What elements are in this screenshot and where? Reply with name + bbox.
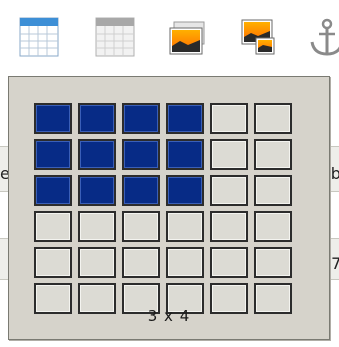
table-size-picker: 3 x 4 <box>8 76 330 340</box>
table-size-cell[interactable] <box>210 211 248 242</box>
table-size-cell-selected[interactable] <box>122 139 160 170</box>
table-size-grid[interactable] <box>34 103 292 314</box>
table-size-cell-selected[interactable] <box>78 175 116 206</box>
anchor-icon <box>310 18 339 56</box>
table-size-cell[interactable] <box>210 247 248 278</box>
table-size-cell[interactable] <box>166 247 204 278</box>
table-size-cell-selected[interactable] <box>78 103 116 134</box>
table-size-cell[interactable] <box>254 247 292 278</box>
table-size-cell[interactable] <box>78 211 116 242</box>
table-size-cell[interactable] <box>34 247 72 278</box>
insert-image-gallery-button[interactable] <box>236 16 278 58</box>
table-disabled-icon <box>95 17 135 57</box>
table-size-cell-selected[interactable] <box>122 175 160 206</box>
table-size-cell[interactable] <box>210 139 248 170</box>
table-size-cell[interactable] <box>254 139 292 170</box>
insert-table-button[interactable] <box>18 16 60 58</box>
table-size-cell-selected[interactable] <box>78 139 116 170</box>
table-size-cell[interactable] <box>34 211 72 242</box>
insert-image-button[interactable] <box>166 16 208 58</box>
page: e ab 07 <box>0 0 339 347</box>
insert-anchor-button[interactable] <box>306 16 339 58</box>
table-icon <box>19 17 59 57</box>
image-icon <box>169 21 205 55</box>
table-size-cell-selected[interactable] <box>166 103 204 134</box>
table-size-cell-selected[interactable] <box>166 175 204 206</box>
table-properties-button[interactable] <box>94 16 136 58</box>
toolbar <box>0 0 339 68</box>
table-size-cell[interactable] <box>254 175 292 206</box>
table-size-cell-selected[interactable] <box>34 175 72 206</box>
table-size-label: 3 x 4 <box>147 307 191 325</box>
table-size-cell-selected[interactable] <box>34 139 72 170</box>
table-size-cell[interactable] <box>122 247 160 278</box>
table-size-cell[interactable] <box>254 211 292 242</box>
table-size-cell[interactable] <box>78 247 116 278</box>
image-multiple-icon <box>241 19 275 55</box>
table-size-cell[interactable] <box>210 103 248 134</box>
table-size-cell[interactable] <box>166 211 204 242</box>
table-size-cell[interactable] <box>254 103 292 134</box>
table-size-cell[interactable] <box>210 175 248 206</box>
table-size-cell[interactable] <box>122 211 160 242</box>
table-size-cell-selected[interactable] <box>166 139 204 170</box>
table-size-cell-selected[interactable] <box>122 103 160 134</box>
table-size-cell-selected[interactable] <box>34 103 72 134</box>
